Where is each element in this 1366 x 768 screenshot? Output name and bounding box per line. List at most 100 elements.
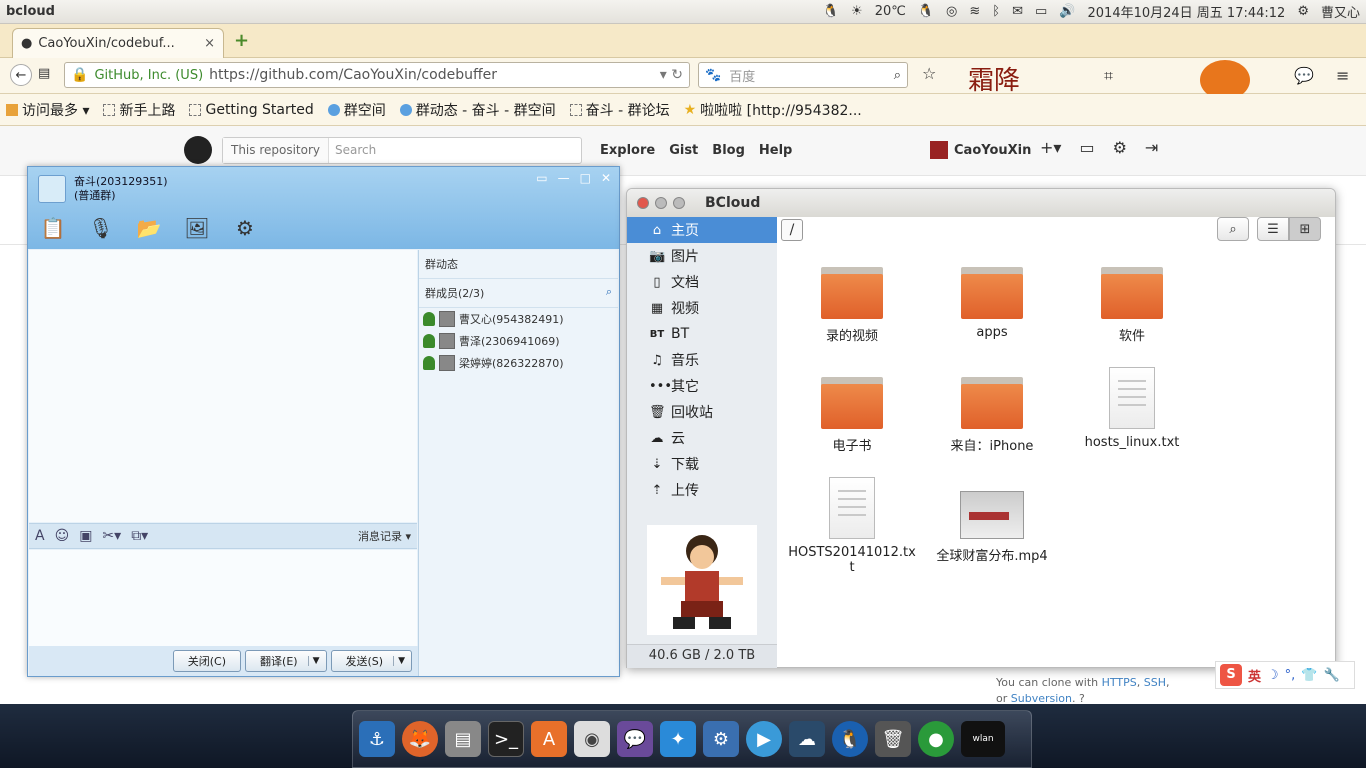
history-menu-icon[interactable]: ▤	[38, 66, 50, 81]
image-icon[interactable]: ▣	[79, 528, 92, 544]
file-item[interactable]: apps	[927, 267, 1057, 340]
hotspot-icon[interactable]: ◎	[946, 4, 957, 19]
crop-icon[interactable]: ⌗	[1104, 66, 1113, 86]
close-button[interactable]: 关闭(C)	[172, 650, 242, 672]
search-icon[interactable]: ⌕	[894, 68, 901, 83]
github-logo-icon[interactable]	[184, 136, 212, 164]
session-user[interactable]: 曹又心	[1321, 2, 1360, 21]
bookmark-item[interactable]: 访问最多 ▾	[6, 100, 89, 120]
nav-explore[interactable]: Explore	[600, 143, 655, 158]
inbox-icon[interactable]: ▭	[1079, 138, 1094, 157]
weather-icon[interactable]: ☀	[851, 4, 863, 19]
nav-gist[interactable]: Gist	[669, 143, 698, 158]
back-button[interactable]: ←	[10, 64, 32, 86]
bookmark-item[interactable]: 奋斗 - 群论坛	[569, 100, 670, 120]
maximize-icon[interactable]	[673, 197, 685, 209]
shake-icon[interactable]: ⧉▾	[131, 528, 148, 544]
terminal-icon[interactable]: >_	[488, 721, 524, 757]
nav-bt[interactable]: BT BT	[627, 321, 777, 347]
minimize-icon[interactable]: —	[558, 171, 570, 185]
send-button[interactable]: 发送(S) ▼	[330, 650, 412, 672]
clone-ssh-link[interactable]: SSH	[1144, 676, 1166, 689]
minimize-icon[interactable]	[655, 197, 667, 209]
baidu-icon[interactable]: 🐾	[705, 68, 721, 83]
font-icon[interactable]: A	[35, 528, 45, 544]
member-search-icon[interactable]: ⌕	[606, 285, 612, 301]
chevron-down-icon[interactable]: ▼	[393, 656, 405, 666]
qq-tray-icon[interactable]: 🐧	[823, 4, 839, 19]
tab-github[interactable]: ● CaoYouXin/codebuf... ×	[12, 28, 224, 58]
tab-close-icon[interactable]: ×	[204, 36, 215, 51]
file-item[interactable]: hosts_linux.txt	[1067, 367, 1197, 450]
qq-icon[interactable]: 🐧	[832, 721, 868, 757]
nav-home[interactable]: ⌂ 主页	[627, 217, 777, 243]
file-item[interactable]: 来自：iPhone	[927, 377, 1057, 454]
temperature[interactable]: 20℃	[875, 4, 906, 19]
nav-upload[interactable]: ⇡ 上传	[627, 477, 777, 503]
list-view-icon[interactable]: ☰	[1257, 217, 1289, 241]
message-history-button[interactable]: 消息记录 ▾	[358, 528, 411, 544]
nav-videos[interactable]: ▦ 视频	[627, 295, 777, 321]
plus-icon[interactable]: +▾	[1040, 138, 1061, 157]
nav-download[interactable]: ⇣ 下载	[627, 451, 777, 477]
message-input[interactable]	[29, 550, 417, 646]
file-cabinet-icon[interactable]: ▤	[445, 721, 481, 757]
wifi-icon[interactable]: ≋	[969, 4, 980, 19]
search-input[interactable]: Search	[329, 138, 382, 163]
member-item[interactable]: 曹泽(2306941069)	[419, 330, 618, 352]
microphone-icon[interactable]: 🎙	[86, 213, 116, 243]
bookmark-item[interactable]: Getting Started	[189, 102, 314, 118]
translate-button[interactable]: 翻译(E) ▼	[245, 650, 327, 672]
menu-icon[interactable]: ≡	[1336, 66, 1349, 85]
member-item[interactable]: 曹又心(954382491)	[419, 308, 618, 330]
group-activity-title[interactable]: 群动态	[419, 250, 618, 279]
nav-other[interactable]: ••• 其它	[627, 373, 777, 399]
site-identity[interactable]: GitHub, Inc. (US)	[94, 68, 203, 83]
member-item[interactable]: 梁婷婷(826322870)	[419, 352, 618, 374]
reload-icon[interactable]: ▾ ↻	[660, 67, 683, 83]
bookmark-item[interactable]: ★ 啦啦啦 [http://954382...	[684, 100, 862, 120]
ime-mode[interactable]: 英	[1248, 666, 1261, 685]
shared-folder-icon[interactable]: 📂	[134, 213, 164, 243]
mail-icon[interactable]: ✉	[1012, 4, 1023, 19]
repo-search[interactable]: This repository Search	[222, 137, 582, 164]
media-player-icon[interactable]: ▶	[746, 721, 782, 757]
path-root-button[interactable]: /	[781, 219, 803, 241]
cloud-sync-icon[interactable]: ☁	[789, 721, 825, 757]
file-item[interactable]: HOSTS20141012.txt	[787, 477, 917, 575]
nav-blog[interactable]: Blog	[712, 143, 745, 158]
group-notice-icon[interactable]: 📋	[38, 213, 68, 243]
wrench-icon[interactable]: 🔧	[1324, 668, 1340, 683]
screenshot-scissors-icon[interactable]: ✂▾	[102, 528, 121, 544]
message-area[interactable]	[29, 250, 417, 522]
signout-icon[interactable]: ⇥	[1145, 138, 1158, 157]
nav-pictures[interactable]: 📷 图片	[627, 243, 777, 269]
search-bar[interactable]: 🐾 百度 ⌕	[698, 62, 908, 88]
firefox-icon[interactable]: 🦊	[402, 721, 438, 757]
bluetooth-icon[interactable]: ᛒ	[992, 4, 1000, 19]
github-username[interactable]: CaoYouXin	[954, 143, 1031, 158]
file-item[interactable]: 软件	[1067, 267, 1197, 344]
group-avatar-icon[interactable]	[38, 175, 66, 203]
gear-icon[interactable]: ⚙	[1297, 4, 1309, 19]
bookmark-item[interactable]: 新手上路	[103, 100, 175, 120]
workspace-icon[interactable]: ✦	[660, 721, 696, 757]
bookmark-item[interactable]: 群动态 - 奋斗 - 群空间	[399, 100, 556, 120]
moon-icon[interactable]: ☽	[1267, 668, 1279, 683]
punctuation-icon[interactable]: °,	[1285, 668, 1296, 683]
close-icon[interactable]	[637, 197, 649, 209]
search-icon[interactable]: ⌕	[1217, 217, 1249, 241]
shirt-icon[interactable]: 👕	[1301, 668, 1317, 683]
emoji-icon[interactable]: ☺	[55, 528, 70, 544]
settings-gear-icon[interactable]: ⚙	[230, 213, 260, 243]
sogou-icon[interactable]: S	[1220, 664, 1242, 686]
grid-view-icon[interactable]: ⊞	[1289, 217, 1321, 241]
chevron-down-icon[interactable]: ▼	[307, 656, 320, 666]
maximize-icon[interactable]: □	[580, 171, 591, 185]
url-text[interactable]: https://github.com/CaoYouXin/codebuffer	[209, 67, 497, 83]
nav-cloud[interactable]: ☁ 云	[627, 425, 777, 451]
nav-documents[interactable]: ▯ 文档	[627, 269, 777, 295]
collapse-icon[interactable]: ▭	[536, 171, 547, 185]
bookmark-item[interactable]: 群空间	[327, 100, 386, 120]
new-tab-button[interactable]: +	[234, 30, 249, 51]
